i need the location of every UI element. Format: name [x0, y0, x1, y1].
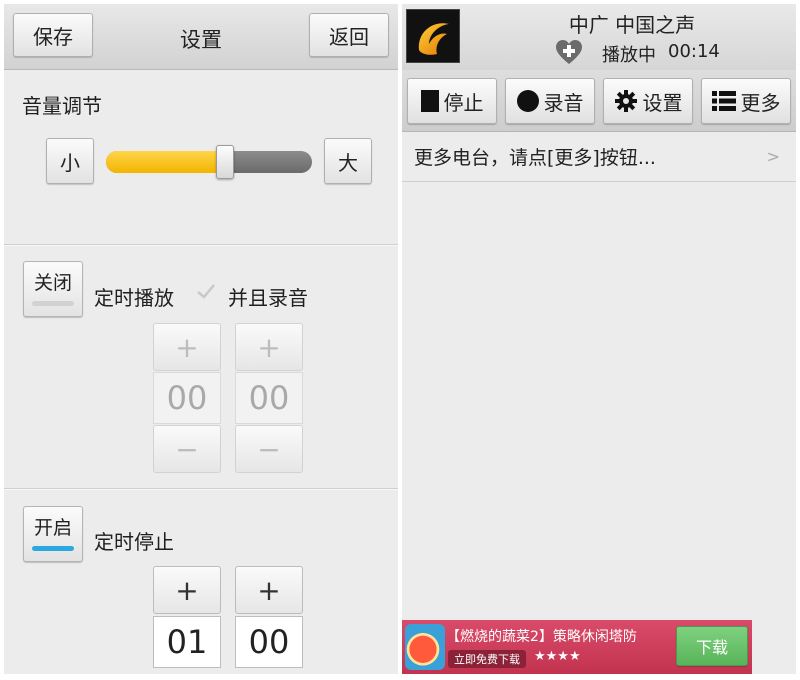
- play-minute-value[interactable]: 00: [235, 372, 303, 424]
- settings-panel: 保存 设置 返回 音量调节 小 大 关闭 定时播放 并且录音 + 00 − + …: [4, 4, 398, 674]
- timer-stop-label: 定时停止: [94, 530, 174, 554]
- record-icon: [516, 90, 539, 112]
- save-button[interactable]: 保存: [13, 13, 93, 57]
- station-name: 中广 中国之声: [568, 13, 696, 37]
- record-button[interactable]: 录音: [505, 78, 595, 124]
- stop-icon: [420, 90, 439, 112]
- timer-play-toggle-label: 关闭: [33, 272, 72, 294]
- timer-play-toggle[interactable]: 关闭: [23, 261, 83, 317]
- app-logo: [406, 9, 460, 63]
- settings-button[interactable]: 设置: [603, 78, 693, 124]
- toggle-indicator: [32, 301, 74, 306]
- more-button[interactable]: 更多: [701, 78, 791, 124]
- timer-play-label: 定时播放: [94, 286, 174, 310]
- back-button[interactable]: 返回: [309, 13, 389, 57]
- ad-free-download-badge[interactable]: 立即免费下载: [448, 650, 526, 668]
- stop-hour-value[interactable]: 01: [153, 616, 221, 668]
- ad-banner[interactable]: 【燃烧的蔬菜2】策略休闲塔防 立即免费下载 ★★★★ 下载: [402, 620, 752, 674]
- ad-rating-stars: ★★★★: [534, 649, 581, 664]
- gear-icon: [614, 89, 638, 113]
- ad-download-button[interactable]: 下载: [676, 626, 748, 666]
- chevron-right-icon: >: [766, 147, 780, 166]
- more-label: 更多: [740, 90, 781, 115]
- playback-status: 播放中: [602, 45, 656, 66]
- play-minute-minus-button[interactable]: −: [235, 425, 303, 473]
- stop-label: 停止: [443, 90, 484, 115]
- play-hour-value[interactable]: 00: [153, 372, 221, 424]
- play-hour-minus-button[interactable]: −: [153, 425, 221, 473]
- player-panel: 中广 中国之声 播放中 00:14 停止 录音 设置 更多 更多电台，请点[更多…: [402, 4, 796, 674]
- stop-minute-plus-button[interactable]: +: [235, 566, 303, 614]
- settings-label: 设置: [642, 90, 683, 115]
- page-title: 设置: [180, 28, 222, 52]
- volume-up-button[interactable]: 大: [324, 138, 372, 184]
- stop-minute-value[interactable]: 00: [235, 616, 303, 668]
- more-stations-text: 更多电台，请点[更多]按钮...: [414, 147, 656, 169]
- play-hour-plus-button[interactable]: +: [153, 323, 221, 371]
- record-check-icon[interactable]: [194, 279, 218, 303]
- timer-stop-toggle-label: 开启: [33, 517, 72, 539]
- stop-hour-plus-button[interactable]: +: [153, 566, 221, 614]
- volume-down-button[interactable]: 小: [46, 138, 94, 184]
- timer-stop-toggle[interactable]: 开启: [23, 506, 83, 562]
- more-stations-item[interactable]: 更多电台，请点[更多]按钮... >: [402, 132, 796, 182]
- play-minute-plus-button[interactable]: +: [235, 323, 303, 371]
- ad-game-icon: [405, 624, 445, 670]
- volume-slider-thumb[interactable]: [216, 145, 235, 179]
- ad-title: 【燃烧的蔬菜2】策略休闲塔防: [446, 629, 637, 645]
- toggle-indicator: [32, 546, 74, 551]
- divider: [4, 244, 398, 246]
- and-record-label[interactable]: 并且录音: [228, 282, 308, 311]
- volume-label: 音量调节: [22, 94, 102, 118]
- record-label: 录音: [543, 90, 584, 115]
- volume-slider[interactable]: [106, 151, 312, 173]
- volume-slider-fill: [106, 151, 226, 173]
- playback-time: 00:14: [668, 41, 720, 62]
- list-icon: [711, 90, 736, 112]
- stop-button[interactable]: 停止: [407, 78, 497, 124]
- divider: [4, 488, 398, 490]
- favorite-add-icon[interactable]: [555, 39, 583, 65]
